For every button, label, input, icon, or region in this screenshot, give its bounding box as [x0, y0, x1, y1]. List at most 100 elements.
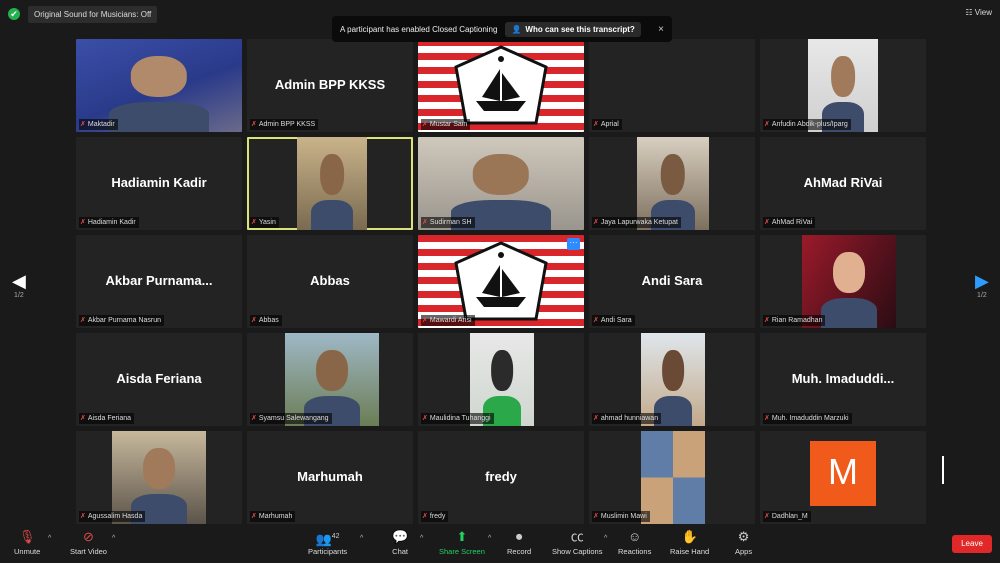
participant-name-text: Maktadir	[87, 121, 115, 128]
participant-tile[interactable]: M ✗ Dadhlan_M	[760, 431, 926, 524]
captions-icon: ㏄	[570, 529, 584, 544]
caption-notice-text: A participant has enabled Closed Caption…	[340, 24, 498, 34]
participant-tile[interactable]: ✗ Anfudin Abdik-plus/Iparg	[760, 39, 926, 132]
participant-tile[interactable]: ✗ Jaya Lapurwaka Ketupat	[589, 137, 755, 230]
participant-name-text: Agussalim Hasda	[87, 513, 143, 520]
person-body	[109, 102, 209, 132]
participant-name-text: Jaya Lapurwaka Ketupat	[600, 219, 678, 226]
who-can-see-transcript-button[interactable]: 👤 Who can see this transcript?	[505, 21, 641, 37]
participant-name-text: Akbar Purnama Nasrun	[87, 317, 162, 324]
chat-button[interactable]: 💬 Chat	[392, 530, 408, 557]
apps-label: Apps	[735, 547, 753, 556]
participants-caret-icon[interactable]: ^	[360, 535, 363, 542]
share-screen-icon: ⬆	[456, 529, 468, 544]
participant-tile[interactable]: Akbar Purnama... ✗ Akbar Purnama Nasrun	[76, 235, 242, 328]
participant-tile[interactable]: ✗ Maktadir	[76, 39, 242, 132]
chat-caret-icon[interactable]: ^	[420, 535, 423, 542]
reactions-button[interactable]: ☺ Reactions	[618, 530, 651, 557]
participant-name-text: Marhumah	[258, 513, 293, 520]
view-button[interactable]: ☷ View	[965, 6, 992, 20]
muted-mic-icon: ✗	[764, 415, 770, 422]
participant-tile[interactable]: ✗ Sudirman SH	[418, 137, 584, 230]
participant-tile[interactable]: Admin BPP KKSS ✗ Admin BPP KKSS	[247, 39, 413, 132]
muted-mic-icon: ✗	[593, 317, 599, 324]
unmute-button[interactable]: 🎙 Unmute	[14, 530, 40, 557]
text-cursor	[942, 456, 944, 484]
participant-tile[interactable]: Marhumah ✗ Marhumah	[247, 431, 413, 524]
start-video-button[interactable]: ⊘ Start Video	[70, 529, 107, 557]
record-button[interactable]: ⏺ Record	[507, 530, 531, 557]
participant-name-text: Maulidina Tuhanggi	[429, 415, 491, 422]
participant-display-name: Aisda Feriana	[116, 371, 202, 386]
participant-tile[interactable]: ✗ Mustar Sain	[418, 39, 584, 132]
muted-mic-icon: ✗	[251, 219, 257, 226]
participant-tile[interactable]: Aisda Feriana ✗ Aisda Feriana	[76, 333, 242, 426]
grid-view-icon: ☷	[965, 8, 975, 17]
raise-hand-button[interactable]: ✋ Raise Hand	[670, 529, 710, 557]
share-caret-icon[interactable]: ^	[488, 535, 491, 542]
participant-tile[interactable]: ✗ ahmad hunniawan	[589, 333, 755, 426]
participant-display-name: Abbas	[310, 273, 350, 288]
audio-options-caret-icon[interactable]: ^	[48, 535, 51, 542]
participant-tile[interactable]: ✗ Rian Ramadhan	[760, 235, 926, 328]
participant-tile[interactable]: ··· ✗ Mawardi Arisi	[418, 235, 584, 328]
participant-tile[interactable]: AhMad RiVai ✗ AhMad RiVai	[760, 137, 926, 230]
participant-name-label: ✗ Andi Sara	[592, 315, 635, 326]
leave-button[interactable]: Leave	[952, 535, 992, 553]
participant-tile[interactable]: ✗ Yasin	[247, 137, 413, 230]
participants-button[interactable]: 👥42 Participants	[308, 530, 347, 556]
muted-mic-icon: ✗	[251, 121, 257, 128]
person-silhouette	[143, 447, 175, 489]
participant-tile[interactable]: ✗ Syamsu Salewangang	[247, 333, 413, 426]
participant-display-name: Akbar Purnama...	[105, 273, 213, 288]
participant-name-label: ✗ Aisda Feriana	[79, 413, 135, 424]
encryption-shield-icon[interactable]: ✔	[8, 8, 20, 20]
video-options-caret-icon[interactable]: ^	[112, 535, 115, 542]
muted-mic-icon: ✗	[251, 415, 257, 422]
participant-tile[interactable]: ✗ Muslimin Mawi	[589, 431, 755, 524]
previous-page-button[interactable]: ◀ 1/2	[12, 271, 26, 299]
muted-mic-icon: ✗	[422, 219, 428, 226]
participant-tile[interactable]: Andi Sara ✗ Andi Sara	[589, 235, 755, 328]
participant-name-label: ✗ Mawardi Arisi	[421, 315, 475, 326]
participant-name-label: ✗ Syamsu Salewangang	[250, 413, 332, 424]
person-body	[820, 298, 878, 328]
participant-name-label: ✗ Dadhlan_M	[763, 511, 811, 522]
close-notice-icon[interactable]: ×	[658, 24, 664, 35]
raise-hand-icon: ✋	[681, 529, 698, 544]
participants-icon: 👥42	[315, 531, 340, 547]
more-options-button[interactable]: ···	[567, 238, 580, 250]
participant-name-text: Yasin	[258, 219, 276, 226]
participant-name-text: Aprial	[600, 121, 619, 128]
apps-button[interactable]: ⚙ Apps	[735, 530, 753, 557]
person-silhouette	[130, 55, 188, 97]
muted-mic-icon: ✗	[593, 219, 599, 226]
muted-mic-icon: ✗	[422, 415, 428, 422]
participant-name-label: ✗ Maktadir	[79, 119, 118, 130]
participant-tile[interactable]: Hadiamin Kadir ✗ Hadiamin Kadir	[76, 137, 242, 230]
participant-tile[interactable]: ✗ Agussalim Hasda	[76, 431, 242, 524]
share-screen-button[interactable]: ⬆ Share Screen	[439, 529, 485, 557]
muted-mic-icon: ✗	[764, 219, 770, 226]
muted-mic-icon: ✗	[80, 121, 86, 128]
participant-tile[interactable]: ✗ Aprial	[589, 39, 755, 132]
arrow-left-icon: ◀	[12, 271, 26, 291]
muted-mic-icon: ✗	[80, 513, 86, 520]
video-off-icon: ⊘	[83, 529, 94, 544]
participant-tile[interactable]: fredy ✗ fredy	[418, 431, 584, 524]
muted-mic-icon: ✗	[251, 513, 257, 520]
participant-tile[interactable]: ✗ Maulidina Tuhanggi	[418, 333, 584, 426]
captions-caret-icon[interactable]: ^	[604, 535, 607, 542]
participant-tile[interactable]: Abbas ✗ Abbas	[247, 235, 413, 328]
raise-hand-label: Raise Hand	[670, 547, 710, 556]
participant-name-text: Muh. Imaduddin Marzuki	[771, 415, 849, 422]
show-captions-button[interactable]: ㏄ Show Captions	[552, 529, 602, 557]
participant-tile[interactable]: Muh. Imaduddi... ✗ Muh. Imaduddin Marzuki	[760, 333, 926, 426]
participant-name-label: ✗ ahmad hunniawan	[592, 413, 662, 424]
muted-mic-icon: ✗	[80, 415, 86, 422]
meeting-toolbar: 🎙 Unmute ^ ⊘ Start Video ^ 👥42 Participants…	[0, 527, 1000, 563]
participant-name-label: ✗ Aprial	[592, 119, 622, 130]
original-sound-toggle[interactable]: Original Sound for Musicians: Off	[28, 6, 158, 23]
person-body	[311, 200, 353, 230]
next-page-button[interactable]: ▶ 1/2	[975, 271, 989, 299]
